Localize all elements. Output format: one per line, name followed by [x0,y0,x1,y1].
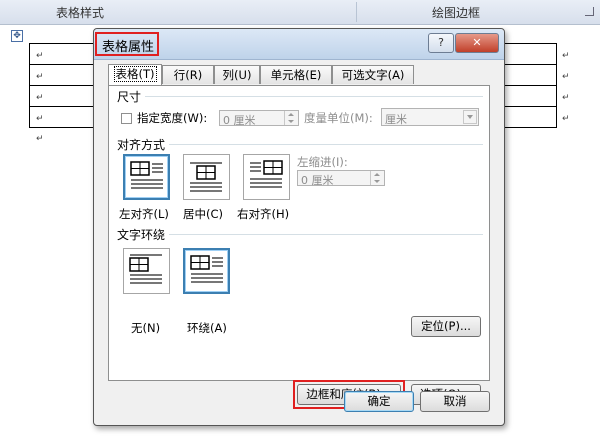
size-section-label: 尺寸 [117,90,142,104]
section-divider [169,144,483,145]
tab-cell[interactable]: 单元格(E) [260,65,332,84]
align-center-option[interactable] [183,154,230,200]
tab-alt-text[interactable]: 可选文字(A) [332,65,414,84]
table-border-line [556,43,557,128]
wrap-none-option[interactable] [123,248,170,294]
paragraph-mark: ↵ [36,134,44,144]
align-left-label: 左对齐(L) [119,207,169,221]
spinner-arrows-icon[interactable] [370,171,384,185]
tab-table-label: 表格(T) [113,66,157,82]
wrap-none-icon [129,254,162,284]
ok-button[interactable]: 确定 [344,391,414,412]
wrapping-section-label: 文字环绕 [117,228,166,242]
help-button[interactable]: ? [428,33,454,53]
preferred-width-spinner[interactable]: 0 厘米 [219,110,299,127]
wrap-around-option[interactable] [183,248,230,294]
ribbon-separator [356,2,357,22]
wrap-around-icon [190,255,223,283]
indent-from-left-spinner[interactable]: 0 厘米 [297,170,385,187]
align-right-icon [250,160,283,188]
wrap-none-label: 无(N) [131,321,161,335]
paragraph-mark: ↵ [562,51,570,61]
dialog-launcher-icon[interactable]: . [585,7,594,16]
dialog-titlebar[interactable]: 表格属性 ? ✕ [94,29,504,60]
table-move-handle-icon[interactable]: ✥ [11,30,23,42]
tab-table[interactable]: 表格(T) [108,64,162,85]
wrap-around-label: 环绕(A) [187,321,227,335]
paragraph-mark: ↵ [562,72,570,82]
align-left-option[interactable] [123,154,170,200]
paragraph-mark: ↵ [36,114,44,124]
paragraph-mark: ↵ [562,93,570,103]
paragraph-mark: ↵ [36,72,44,82]
title-highlight-box [95,32,159,56]
alignment-section-label: 对齐方式 [117,138,166,152]
ribbon-bar: 表格样式 绘图边框 . [0,0,600,25]
preferred-width-checkbox[interactable] [121,113,132,124]
paragraph-mark: ↵ [36,51,44,61]
align-right-label: 右对齐(H) [237,207,290,221]
measure-in-select[interactable]: 厘米 [381,108,479,126]
measure-in-value: 厘米 [385,113,407,126]
cancel-button[interactable]: 取消 [420,391,490,412]
tab-panel-table: 尺寸 指定宽度(W): 0 厘米 度量单位(M): 厘米 对齐方式 左对齐(L)… [108,85,490,409]
table-border-line [29,43,30,128]
align-center-label: 居中(C) [183,207,224,221]
spinner-arrows-icon[interactable] [284,111,298,125]
paragraph-mark: ↵ [562,114,570,124]
section-divider [169,234,483,235]
close-button[interactable]: ✕ [455,33,499,53]
indent-from-left-label: 左缩进(I): [297,155,348,169]
tab-row[interactable]: 行(R) [162,65,214,84]
table-styles-group-label: 表格样式 [56,6,105,20]
chevron-down-icon[interactable] [463,110,477,124]
section-divider [145,96,483,97]
tab-column[interactable]: 列(U) [214,65,260,84]
align-left-icon [130,161,163,189]
paragraph-mark: ↵ [36,93,44,103]
table-properties-dialog: 表格属性 ? ✕ 表格(T) 行(R) 列(U) 单元格(E) 可选文字(A) … [93,28,505,426]
measure-in-label: 度量单位(M): [304,111,373,125]
indent-from-left-value: 0 厘米 [301,174,334,187]
draw-borders-group-label: 绘图边框 [432,6,481,20]
align-center-icon [190,162,222,192]
preferred-width-label: 指定宽度(W): [137,111,208,125]
align-right-option[interactable] [243,154,290,200]
positioning-button[interactable]: 定位(P)... [411,316,481,337]
preferred-width-value: 0 厘米 [223,114,256,127]
